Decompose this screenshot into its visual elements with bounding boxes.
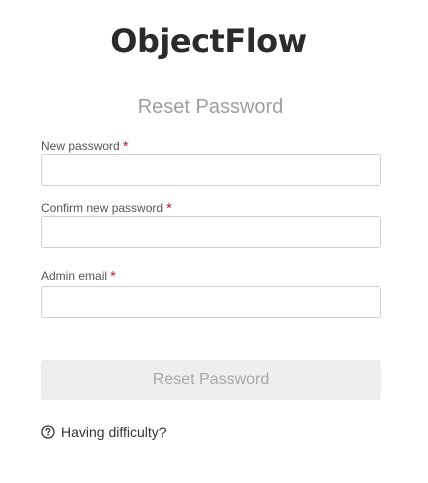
admin-email-field[interactable] (41, 286, 381, 318)
admin-email-label-text: Admin email (41, 269, 108, 283)
confirm-password-label-text: Confirm new password (41, 201, 164, 215)
confirm-password-field[interactable] (41, 216, 381, 248)
reset-password-page: ObjectFlow Reset Password New password * … (0, 0, 428, 483)
confirm-password-label: Confirm new password * (41, 199, 172, 217)
required-marker: * (166, 200, 172, 217)
admin-email-label: Admin email * (41, 267, 116, 285)
reset-password-button[interactable]: Reset Password (41, 360, 381, 400)
new-password-label-text: New password (41, 139, 120, 153)
required-marker: * (110, 268, 116, 285)
page-title: Reset Password (137, 96, 284, 118)
having-difficulty-link[interactable]: Having difficulty? (41, 424, 167, 440)
new-password-field[interactable] (41, 154, 381, 186)
new-password-label: New password * (41, 137, 129, 155)
brand-logo: ObjectFlow (110, 22, 307, 60)
question-circle-icon (41, 425, 55, 439)
having-difficulty-label: Having difficulty? (61, 424, 167, 440)
required-marker: * (122, 138, 129, 155)
